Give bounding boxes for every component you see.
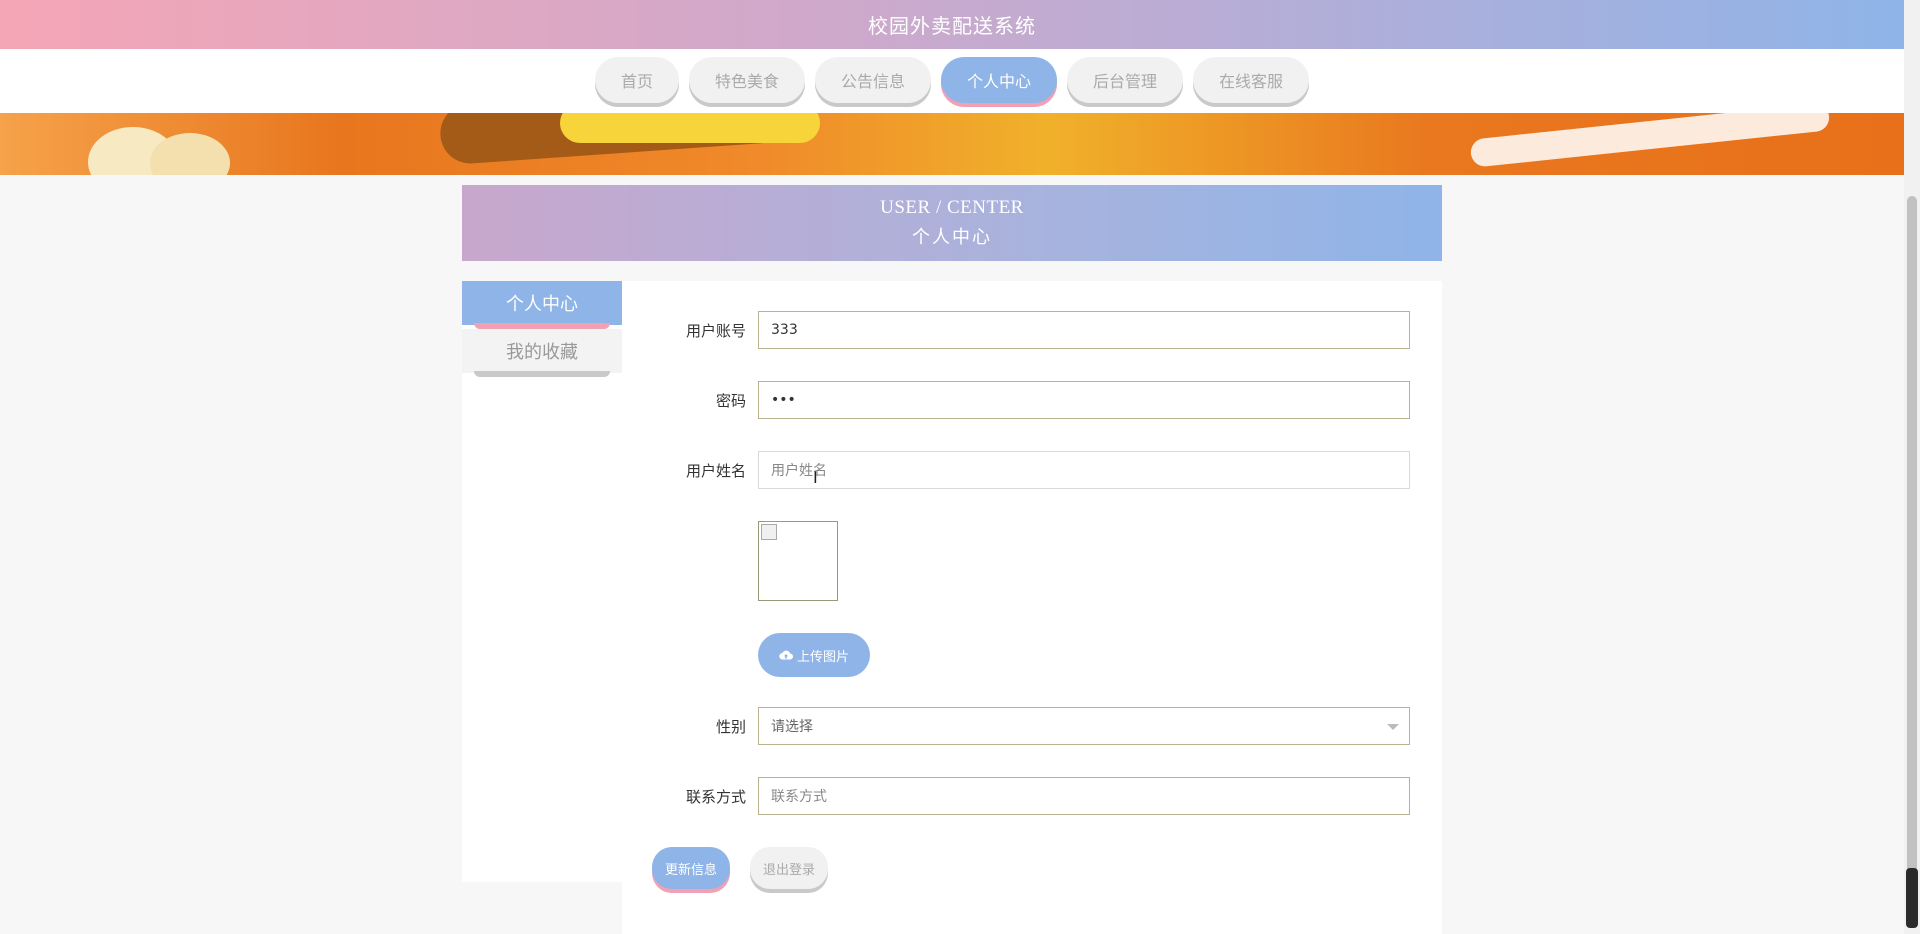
nav-admin[interactable]: 后台管理 [1067, 57, 1184, 103]
nav-user-center[interactable]: 个人中心 [941, 57, 1058, 103]
broken-image-icon [761, 524, 777, 540]
banner-decoration [560, 113, 820, 143]
chevron-down-icon [1387, 724, 1399, 730]
site-title: 校园外卖配送系统 [868, 14, 1036, 38]
name-input[interactable]: 用户姓名 [758, 451, 1410, 489]
sidebar-item-user-center[interactable]: 个人中心 [462, 281, 622, 329]
form-row-contact: 联系方式 联系方式 [622, 777, 1442, 817]
contact-input[interactable]: 联系方式 [758, 777, 1410, 815]
gender-selected-value: 请选择 [771, 719, 813, 735]
logout-button[interactable]: 退出登录 [750, 847, 828, 889]
main-nav: 首页 特色美食 公告信息 个人中心 后台管理 在线客服 [0, 49, 1904, 113]
cloud-upload-icon [779, 650, 793, 660]
upload-button-label: 上传图片 [796, 649, 849, 665]
avatar-preview [758, 521, 838, 601]
section-title-cn: 个人中心 [912, 227, 992, 247]
section-header: USER / CENTER 个人中心 [462, 185, 1442, 261]
upload-image-button[interactable]: 上传图片 [758, 633, 870, 677]
sidebar-item-favorites[interactable]: 我的收藏 [462, 329, 622, 377]
password-input[interactable]: ••• [758, 381, 1410, 419]
password-label: 密码 [715, 392, 746, 410]
account-input[interactable]: 333 [758, 311, 1410, 349]
nav-home[interactable]: 首页 [594, 57, 679, 103]
nav-announcements[interactable]: 公告信息 [814, 57, 931, 103]
gender-select[interactable]: 请选择 [758, 707, 1410, 745]
scrollbar-thumb[interactable] [1907, 196, 1917, 914]
section-title-en: USER / CENTER [880, 197, 1024, 218]
gender-label: 性别 [715, 718, 746, 736]
banner-decoration [1469, 113, 1831, 168]
form-row-name: 用户姓名 用户姓名 [622, 451, 1442, 491]
form-row-gender: 性别 请选择 [622, 707, 1442, 747]
form-row-account: 用户账号 333 [622, 311, 1442, 351]
nav-featured-food[interactable]: 特色美食 [688, 57, 805, 103]
banner-image [0, 113, 1904, 175]
profile-form: 用户账号 333 密码 ••• 用户姓名 用户姓名 上传图片 性别 请选择 联系… [622, 281, 1442, 934]
text-cursor-icon: I [813, 468, 818, 487]
nav-online-service[interactable]: 在线客服 [1193, 57, 1310, 103]
contact-label: 联系方式 [685, 788, 746, 806]
scrollbar-overlay [1906, 868, 1918, 928]
form-row-password: 密码 ••• [622, 381, 1442, 421]
top-header-bar: 校园外卖配送系统 [0, 0, 1904, 49]
update-info-button[interactable]: 更新信息 [652, 847, 730, 889]
name-label: 用户姓名 [685, 462, 746, 480]
account-label: 用户账号 [685, 322, 746, 340]
sidebar: 个人中心 我的收藏 [462, 281, 622, 882]
page-scrollbar[interactable] [1904, 0, 1920, 934]
